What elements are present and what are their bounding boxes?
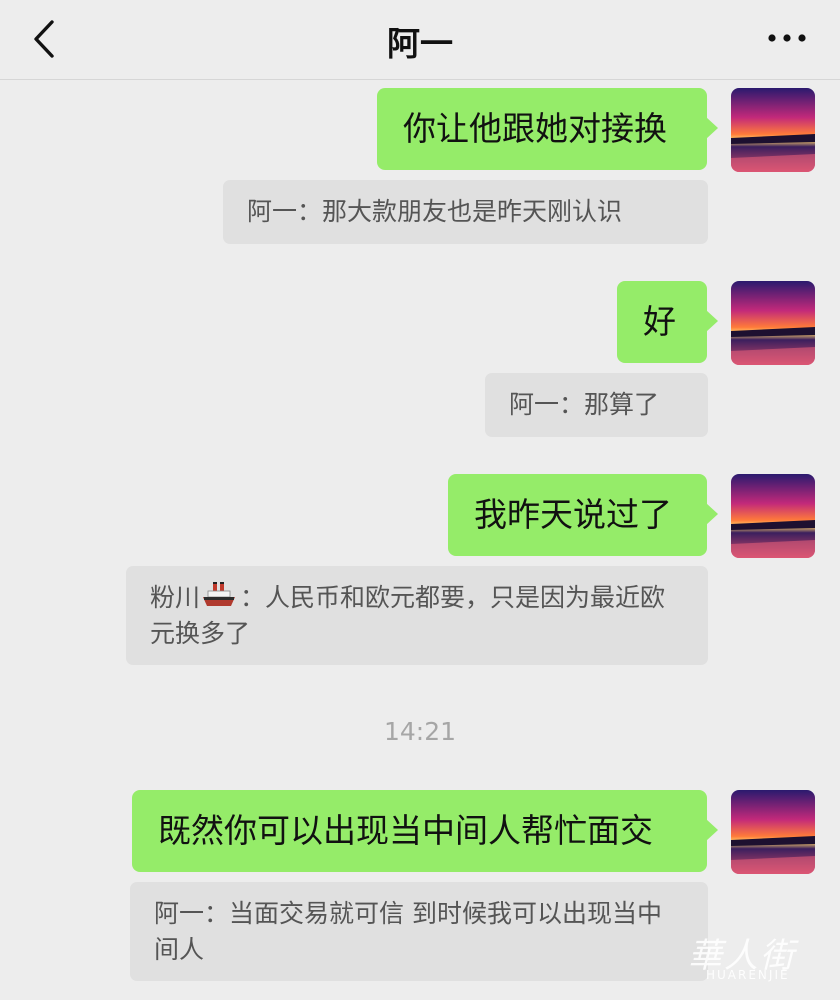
ellipsis-icon: [768, 34, 806, 42]
quoted-message[interactable]: 阿一：那大款朋友也是昨天刚认识: [223, 180, 708, 244]
quoted-sender: 粉川: [150, 583, 201, 612]
sent-message-bubble[interactable]: 我昨天说过了: [448, 474, 718, 556]
watermark-en: HUARENJIE: [706, 968, 790, 982]
more-button[interactable]: [762, 22, 812, 54]
sent-message-bubble[interactable]: 既然你可以出现当中间人帮忙面交: [132, 790, 718, 872]
avatar[interactable]: [731, 281, 815, 365]
quoted-message[interactable]: 阿一：当面交易就可信 到时候我可以出现当中间人: [130, 882, 708, 981]
quoted-message[interactable]: 粉川 ：人民币和欧元都要，只是因为最近欧元换多了: [126, 566, 708, 665]
bubble-tail: [706, 117, 718, 139]
quoted-text: 阿一：那大款朋友也是昨天刚认识: [247, 197, 623, 226]
message-text: 你让他跟她对接换: [403, 109, 667, 148]
bubble-tail: [706, 503, 718, 525]
watermark-logo: 華人街 HUARENJIE: [684, 928, 824, 988]
bubble-tail: [706, 310, 718, 332]
message-text: 我昨天说过了: [474, 495, 672, 534]
message-text: 既然你可以出现当中间人帮忙面交: [158, 811, 653, 850]
avatar[interactable]: [731, 474, 815, 558]
timestamp: 14:21: [383, 717, 457, 746]
quoted-text: 阿一：当面交易就可信 到时候我可以出现当中间人: [154, 899, 662, 964]
sent-message-bubble[interactable]: 你让他跟她对接换: [377, 88, 718, 170]
message-text: 好: [643, 302, 676, 341]
sent-message-bubble[interactable]: 好: [617, 281, 718, 363]
ship-icon: [203, 582, 236, 606]
quoted-message[interactable]: 阿一：那算了: [485, 373, 708, 437]
chat-title: 阿一: [387, 24, 453, 63]
bubble-tail: [706, 819, 718, 841]
quoted-text: 阿一：那算了: [509, 390, 660, 419]
chat-header: 阿一: [0, 0, 840, 80]
avatar[interactable]: [731, 790, 815, 874]
avatar[interactable]: [731, 88, 815, 172]
